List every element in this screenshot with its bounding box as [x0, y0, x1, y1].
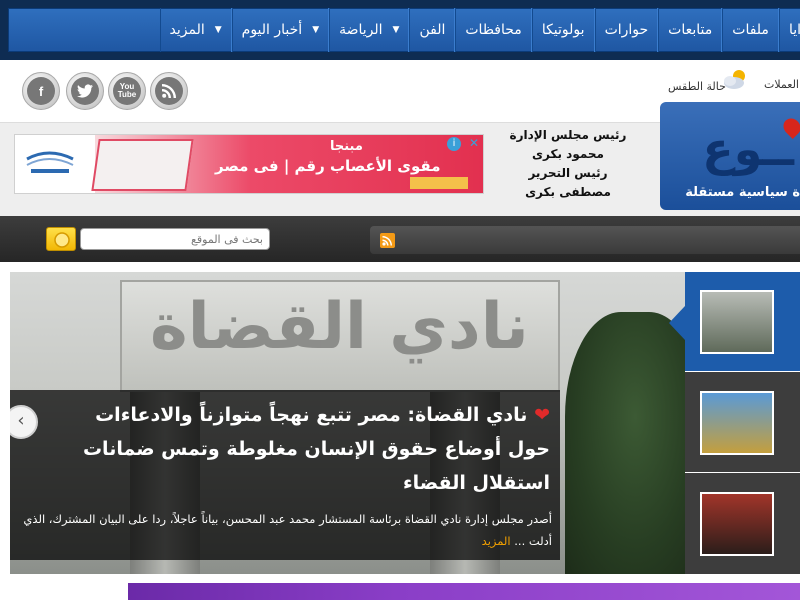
search-input[interactable] [80, 228, 270, 250]
nav-item-label: أخبار اليوم [241, 22, 303, 38]
nav-item-label: الفن [419, 22, 446, 38]
nav-item-label: حوارات [604, 22, 649, 38]
youtube-icon[interactable]: You Tube [108, 72, 146, 110]
thumbnail-image [700, 290, 774, 354]
ad-brand-text: مبنجا [330, 139, 363, 154]
slider-tree [565, 312, 685, 574]
nav-item[interactable]: حوارات [594, 8, 659, 52]
nav-item-label: ايا [788, 22, 800, 38]
chevron-down-icon: ▼ [312, 25, 320, 35]
ad-info-icon[interactable]: i [447, 137, 461, 151]
featured-news-slider[interactable]: نادي القضاة ❤ نادي القضاة: مصر تتبع نهجا… [10, 272, 685, 574]
twitter-glyph [71, 77, 99, 105]
nav-item[interactable]: متابعات [658, 8, 723, 52]
ad-product-box [91, 139, 194, 191]
nav-item-label: المزيد [169, 22, 205, 38]
nav-item-label: محافظات [465, 22, 522, 38]
nav-item[interactable]: بولوتيكا [531, 8, 595, 52]
editor-in-chief-title: رئيس التحرير [528, 166, 608, 180]
search-icon [54, 232, 70, 248]
ticker-rss-icon[interactable] [380, 233, 395, 248]
ad-headline: مقوى الأعصاب رقم | فى مصر [215, 157, 441, 175]
nav-item[interactable]: محافظات [455, 8, 532, 52]
editorial-credits: رئيس مجلس الإدارة محمود بكرى رئيس التحري… [508, 126, 628, 202]
nav-item[interactable]: المزيد ▼ [159, 8, 232, 52]
weather-label: حالة الطقس [668, 80, 726, 93]
excerpt-text: أصدر مجلس إدارة نادي القضاة برئاسة المست… [23, 512, 552, 548]
nav-item[interactable]: ايا [778, 8, 800, 52]
main-navigation: ايا ملفات متابعات حوارات بولوتيكا محافظات الفن… [8, 8, 800, 52]
nav-item-label: ملفات [732, 22, 769, 38]
advertiser-logo-icon [26, 151, 74, 173]
site-logo[interactable]: ــوع ة سياسية مستقلة [660, 102, 800, 210]
nav-item[interactable]: أخبار اليوم ▼ [231, 8, 330, 52]
thumbnail-item[interactable] [685, 474, 800, 574]
news-ticker [370, 226, 800, 254]
board-chair-name: محمود بكرى [532, 147, 604, 161]
headline-bullet-icon: ❤ [527, 404, 550, 426]
nav-item-label: الرياضة [339, 22, 383, 38]
twitter-icon[interactable] [66, 72, 104, 110]
ad-strip [410, 177, 468, 189]
nav-item[interactable]: ملفات [722, 8, 779, 52]
search-button[interactable] [46, 227, 76, 251]
thumbnail-image [700, 391, 774, 455]
slider-headline[interactable]: ❤ نادي القضاة: مصر تتبع نهجاً متوازناً و… [60, 398, 550, 500]
facebook-icon[interactable]: f [22, 72, 60, 110]
bottom-advertisement[interactable] [128, 583, 800, 600]
thumbnail-item[interactable] [685, 373, 800, 473]
nav-item-label: بولوتيكا [541, 22, 585, 38]
nav-item-label: متابعات [668, 22, 713, 38]
logo-text: ــوع [702, 122, 794, 176]
youtube-glyph: You Tube [113, 77, 141, 105]
currency-link[interactable]: العملات [764, 78, 799, 91]
editor-in-chief-name: مصطفى بكرى [525, 185, 611, 199]
read-more-link[interactable]: المزيد [482, 534, 511, 548]
chevron-down-icon: ▼ [392, 25, 400, 35]
board-chair-title: رئيس مجلس الإدارة [509, 128, 627, 142]
weather-widget[interactable]: حالة الطقس [668, 66, 750, 96]
thumbnail-image [700, 492, 774, 556]
chevron-down-icon: ▼ [214, 25, 222, 35]
nav-item[interactable]: الفن [409, 8, 456, 52]
banner-advertisement[interactable]: مبنجا مقوى الأعصاب رقم | فى مصر i ✕ [14, 134, 484, 194]
slider-sign-text: نادي القضاة [150, 290, 529, 364]
logo-tagline: ة سياسية مستقلة [685, 185, 800, 200]
thumbnail-item[interactable] [685, 272, 800, 372]
nav-item[interactable]: الرياضة ▼ [329, 8, 410, 52]
ad-close-icon[interactable]: ✕ [469, 136, 479, 150]
active-thumbnail-pointer [669, 306, 685, 340]
facebook-glyph: f [27, 77, 55, 105]
rss-icon[interactable] [150, 72, 188, 110]
headline-text: نادي القضاة: مصر تتبع نهجاً متوازناً وال… [82, 404, 550, 494]
rss-glyph [155, 77, 183, 105]
slider-excerpt: أصدر مجلس إدارة نادي القضاة برئاسة المست… [20, 508, 552, 552]
